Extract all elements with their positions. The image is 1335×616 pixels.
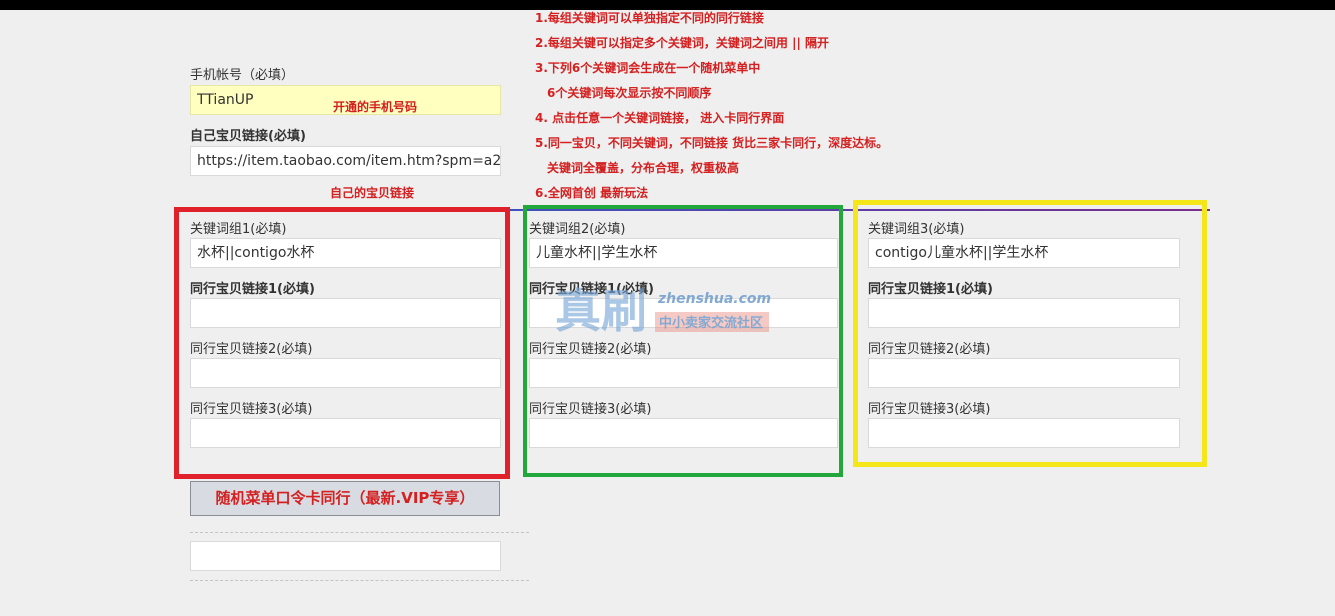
own-link-note: 自己的宝贝链接 (330, 186, 415, 200)
group-3-link3-input[interactable] (868, 418, 1180, 448)
group-3-keyword-label: 关键词组3(必填) (868, 222, 965, 237)
group-2-keyword-input[interactable]: 儿童水杯||学生水杯 (529, 238, 838, 268)
group-1-link3-label: 同行宝贝链接3(必填) (190, 402, 313, 417)
phone-label: 手机帐号（必填） (190, 68, 295, 83)
group-2-link3-label: 同行宝贝链接3(必填) (529, 402, 652, 417)
watermark-glyphs: 真刷 (555, 284, 647, 337)
group-1-link3-input[interactable] (190, 418, 501, 448)
group-1-link1-label: 同行宝贝链接1(必填) (190, 282, 315, 297)
top-bar (0, 0, 1335, 10)
watermark-tagline: 中小卖家交流社区 (659, 315, 763, 331)
group-2-keyword-label: 关键词组2(必填) (529, 222, 626, 237)
dashed-divider-bottom (190, 580, 529, 581)
group-3-link3-label: 同行宝贝链接3(必填) (868, 402, 991, 417)
instruction-2: 2.每组关键可以指定多个关键词，关键词之间用 || 隔开 (535, 36, 830, 50)
phone-note: 开通的手机号码 (333, 100, 418, 114)
watermark-domain: zhenshua.com (657, 291, 771, 307)
group-3-keyword-input[interactable]: contigo儿童水杯||学生水杯 (868, 238, 1180, 268)
result-input[interactable] (190, 541, 501, 571)
group-1-link2-label: 同行宝贝链接2(必填) (190, 342, 313, 357)
group-1-link2-input[interactable] (190, 358, 501, 388)
group-1-keyword-label: 关键词组1(必填) (190, 222, 287, 237)
zhenshua-watermark-logo: 真刷 zhenshua.com 中小卖家交流社区 (555, 284, 771, 337)
instruction-5-sub: 关键词全覆盖，分布合理，权重极高 (547, 161, 740, 175)
instruction-3: 3.下列6个关键词会生成在一个随机菜单中 (535, 61, 761, 75)
group-3-link1-label: 同行宝贝链接1(必填) (868, 282, 993, 297)
dashed-divider-top (190, 532, 529, 533)
instruction-5: 5.同一宝贝，不同关键词，不同链接 货比三家卡同行，深度达标。 (535, 136, 889, 150)
group-3-link2-label: 同行宝贝链接2(必填) (868, 342, 991, 357)
group-1-link1-input[interactable] (190, 298, 501, 328)
instruction-1: 1.每组关键词可以单独指定不同的同行链接 (535, 11, 764, 25)
instructions-list: 1.每组关键词可以单独指定不同的同行链接 2.每组关键可以指定多个关键词，关键词… (535, 10, 888, 210)
group-2-link2-input[interactable] (529, 358, 838, 388)
instruction-3-sub: 6个关键词每次显示按不同顺序 (547, 86, 712, 100)
own-link-input[interactable]: https://item.taobao.com/item.htm?spm=a2 (190, 146, 501, 176)
group-3-link2-input[interactable] (868, 358, 1180, 388)
group-1-keyword-input[interactable]: 水杯||contigo水杯 (190, 238, 501, 268)
random-menu-submit-button[interactable]: 随机菜单口令卡同行（最新.VIP专享） (190, 481, 500, 516)
group-2-link3-input[interactable] (529, 418, 838, 448)
group-2-link2-label: 同行宝贝链接2(必填) (529, 342, 652, 357)
own-link-label: 自己宝贝链接(必填) (190, 129, 306, 144)
group-3-link1-input[interactable] (868, 298, 1180, 328)
instruction-4: 4. 点击任意一个关键词链接， 进入卡同行界面 (535, 111, 785, 125)
